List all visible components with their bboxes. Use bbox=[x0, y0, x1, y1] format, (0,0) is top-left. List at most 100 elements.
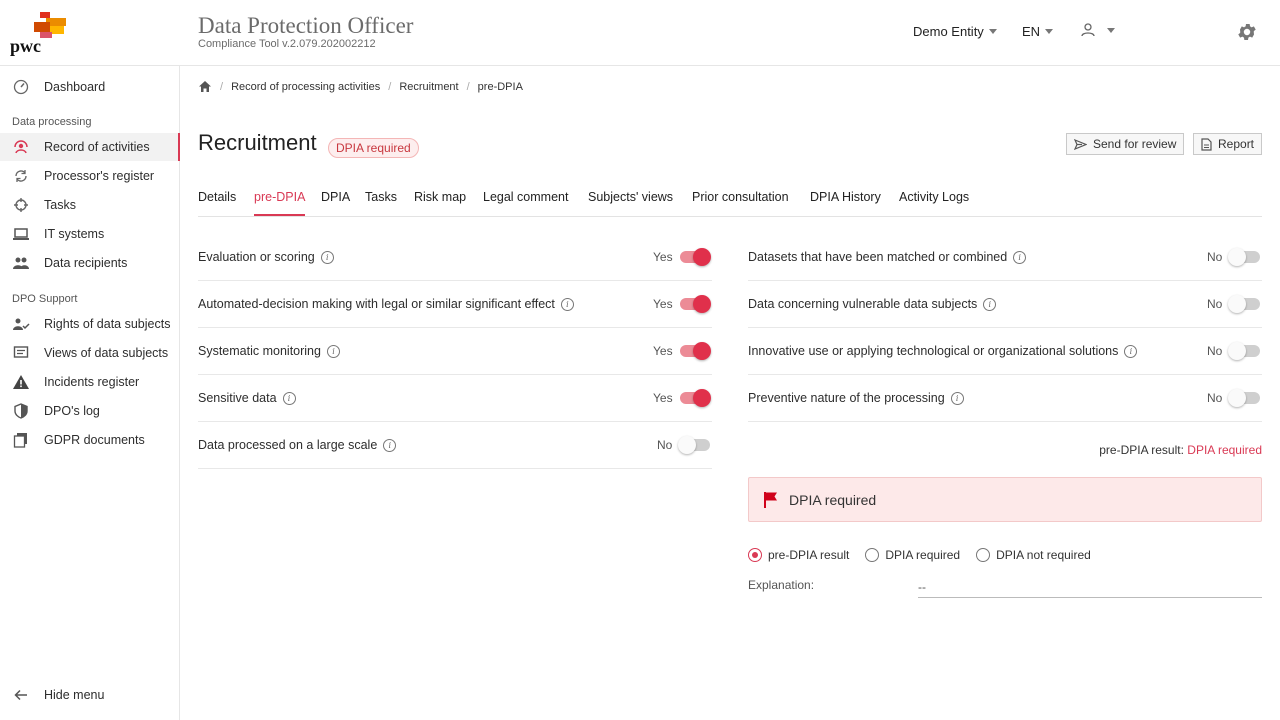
radio-dpia-required[interactable]: DPIA required bbox=[865, 548, 960, 562]
hide-menu-button[interactable]: Hide menu bbox=[0, 681, 180, 709]
criterion-answer: No bbox=[657, 438, 673, 452]
tab-dpia-history[interactable]: DPIA History bbox=[810, 190, 881, 204]
breadcrumb-record-of-processing[interactable]: Record of processing activities bbox=[231, 81, 380, 93]
explanation-field[interactable] bbox=[918, 576, 1262, 598]
sidebar-item-tasks[interactable]: Tasks bbox=[0, 191, 180, 219]
info-icon[interactable]: i bbox=[282, 391, 296, 405]
criterion-toggle[interactable] bbox=[678, 435, 712, 455]
sidebar-item-label: GDPR documents bbox=[44, 433, 145, 447]
speedometer-icon bbox=[12, 78, 30, 96]
sidebar-item-incidents-register[interactable]: Incidents register bbox=[0, 368, 180, 396]
tab-legal-comment[interactable]: Legal comment bbox=[483, 190, 568, 204]
sidebar: Dashboard Data processing Record of acti… bbox=[0, 66, 180, 720]
info-icon[interactable]: i bbox=[983, 297, 997, 311]
tab-subjects-views[interactable]: Subjects' views bbox=[588, 190, 673, 204]
pwc-logo[interactable]: pwc bbox=[10, 10, 70, 56]
info-icon[interactable]: i bbox=[326, 344, 340, 358]
entity-selector[interactable]: Demo Entity bbox=[913, 24, 997, 39]
tab-prior-consultation[interactable]: Prior consultation bbox=[692, 190, 789, 204]
svg-text:pwc: pwc bbox=[10, 36, 41, 56]
send-for-review-button[interactable]: Send for review bbox=[1066, 133, 1185, 155]
pre-dpia-result-label: pre-DPIA result: bbox=[1099, 443, 1184, 457]
criterion-answer: No bbox=[1207, 250, 1223, 264]
language-selector[interactable]: EN bbox=[1022, 24, 1054, 39]
info-icon[interactable]: i bbox=[1013, 250, 1027, 264]
info-icon[interactable]: i bbox=[1124, 344, 1138, 358]
alert-text: DPIA required bbox=[789, 491, 877, 508]
criterion-answer: No bbox=[1207, 344, 1223, 358]
sidebar-item-label: Views of data subjects bbox=[44, 346, 169, 360]
sidebar-item-views-of-data-subjects[interactable]: Views of data subjects bbox=[0, 339, 180, 367]
arrow-left-icon bbox=[12, 686, 30, 704]
record-icon bbox=[12, 138, 30, 156]
sidebar-item-it-systems[interactable]: IT systems bbox=[0, 220, 180, 248]
criterion-label: Sensitive data bbox=[198, 391, 277, 405]
criterion-toggle[interactable] bbox=[678, 388, 712, 408]
radio-label: DPIA required bbox=[885, 548, 961, 562]
criterion-toggle[interactable] bbox=[1228, 247, 1262, 267]
sidebar-item-data-recipients[interactable]: Data recipients bbox=[0, 249, 180, 277]
send-icon bbox=[1074, 138, 1087, 150]
radio-label: DPIA not required bbox=[996, 548, 1091, 562]
radio-label: pre-DPIA result bbox=[768, 548, 850, 562]
pre-dpia-result-value: DPIA required bbox=[1187, 443, 1262, 457]
hide-menu-label: Hide menu bbox=[44, 688, 105, 702]
home-icon[interactable] bbox=[198, 80, 212, 93]
active-tab-indicator bbox=[254, 214, 305, 216]
criterion-row: Innovative use or applying technological… bbox=[748, 328, 1262, 375]
info-icon[interactable]: i bbox=[320, 250, 334, 264]
tab-details[interactable]: Details bbox=[198, 190, 236, 204]
info-icon[interactable]: i bbox=[950, 391, 964, 405]
sidebar-item-label: Record of activities bbox=[44, 140, 150, 154]
sidebar-item-label: Rights of data subjects bbox=[44, 317, 171, 331]
tab-activity-logs[interactable]: Activity Logs bbox=[899, 190, 969, 204]
tab-tasks[interactable]: Tasks bbox=[365, 190, 397, 204]
tab-risk-map[interactable]: Risk map bbox=[414, 190, 466, 204]
breadcrumb-current: pre-DPIA bbox=[477, 80, 523, 93]
app-version: Compliance Tool v.2.079.202002212 bbox=[198, 38, 376, 50]
chevron-down-icon bbox=[1107, 27, 1115, 33]
criterion-row: Evaluation or scoring i Yes bbox=[198, 234, 712, 281]
laptop-icon bbox=[12, 225, 30, 243]
sidebar-item-processors-register[interactable]: Processor's register bbox=[0, 162, 180, 190]
info-icon[interactable]: i bbox=[383, 438, 397, 452]
user-icon bbox=[1081, 23, 1095, 37]
send-for-review-label: Send for review bbox=[1093, 137, 1177, 151]
sidebar-item-label: Data recipients bbox=[44, 256, 128, 270]
chevron-down-icon bbox=[988, 29, 997, 34]
documents-icon bbox=[12, 431, 30, 449]
report-button[interactable]: Report bbox=[1193, 133, 1263, 155]
criterion-toggle[interactable] bbox=[1228, 294, 1262, 314]
sidebar-item-record-of-activities[interactable]: Record of activities bbox=[0, 133, 180, 161]
sidebar-item-gdpr-documents[interactable]: GDPR documents bbox=[0, 426, 180, 454]
criterion-toggle[interactable] bbox=[678, 294, 712, 314]
people-icon bbox=[12, 254, 30, 272]
criterion-toggle[interactable] bbox=[1228, 341, 1262, 361]
report-label: Report bbox=[1218, 137, 1255, 151]
sidebar-item-dashboard[interactable]: Dashboard bbox=[0, 73, 180, 101]
tab-bar: Details pre-DPIA DPIA Tasks Risk map Leg… bbox=[198, 186, 1262, 217]
gear-icon[interactable] bbox=[1236, 21, 1258, 43]
sidebar-item-rights-of-data-subjects[interactable]: Rights of data subjects bbox=[0, 310, 180, 338]
criterion-answer: Yes bbox=[653, 250, 673, 264]
radio-pre-dpia-result[interactable]: pre-DPIA result bbox=[748, 548, 849, 562]
tab-pre-dpia[interactable]: pre-DPIA bbox=[254, 190, 305, 204]
sidebar-item-dpos-log[interactable]: DPO's log bbox=[0, 397, 180, 425]
radio-dpia-not-required[interactable]: DPIA not required bbox=[976, 548, 1091, 562]
criterion-answer: No bbox=[1207, 391, 1223, 405]
app-title: Data Protection Officer bbox=[198, 13, 414, 38]
sidebar-item-label: Tasks bbox=[44, 198, 76, 212]
sidebar-section-data-processing: Data processing bbox=[12, 116, 92, 128]
criterion-toggle[interactable] bbox=[678, 247, 712, 267]
criterion-toggle[interactable] bbox=[1228, 388, 1262, 408]
user-menu[interactable] bbox=[1080, 22, 1115, 38]
breadcrumb-recruitment[interactable]: Recruitment bbox=[399, 81, 458, 93]
criterion-answer: Yes bbox=[653, 344, 673, 358]
person-check-icon bbox=[12, 315, 30, 333]
page-title: Recruitment bbox=[198, 130, 317, 155]
criterion-toggle[interactable] bbox=[678, 341, 712, 361]
info-icon[interactable]: i bbox=[560, 297, 574, 311]
tab-dpia[interactable]: DPIA bbox=[321, 190, 350, 204]
criterion-label: Data processed on a large scale bbox=[198, 438, 378, 452]
breadcrumb: / Record of processing activities / Recr… bbox=[198, 80, 523, 93]
